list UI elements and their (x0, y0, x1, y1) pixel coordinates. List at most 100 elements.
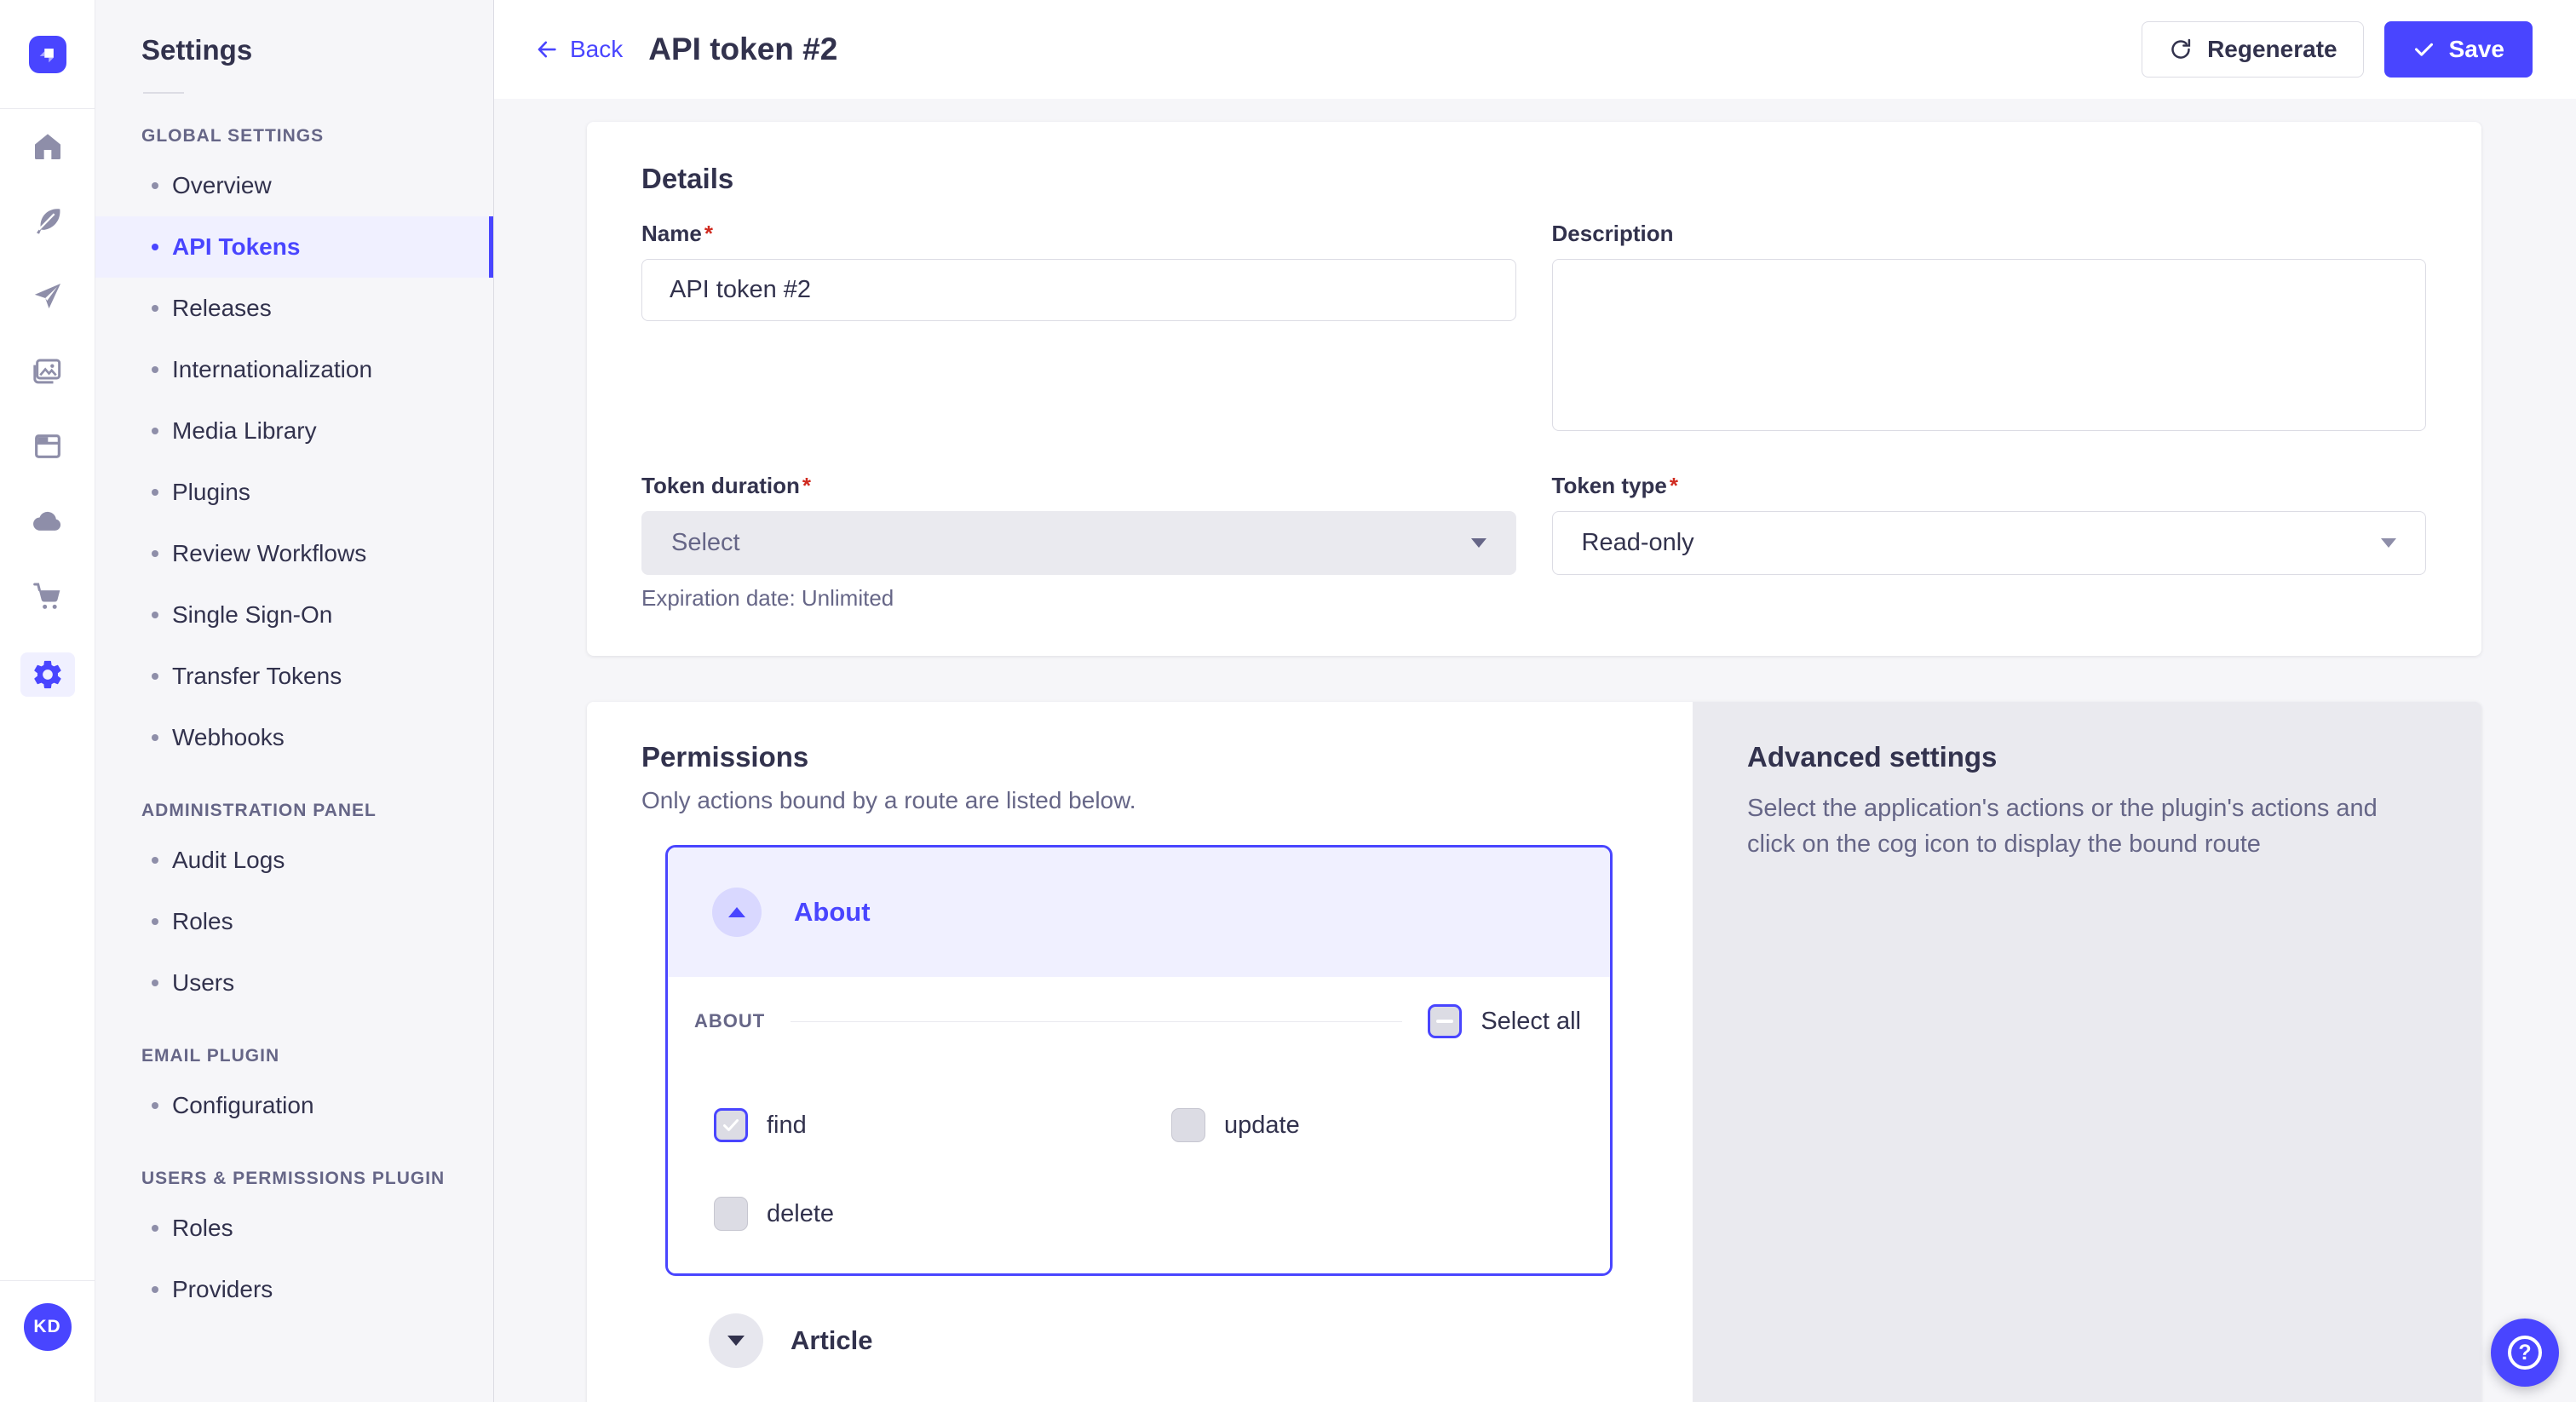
expiration-hint: Expiration date: Unlimited (641, 585, 1516, 612)
settings-gear-icon[interactable] (20, 652, 75, 697)
check-icon (721, 1115, 741, 1135)
token-duration-required-mark: * (802, 473, 811, 498)
cloud-icon[interactable] (29, 503, 66, 540)
sidebar-title-divider (143, 92, 184, 94)
sidebar-item-plugins[interactable]: Plugins (95, 462, 493, 523)
sidebar-item-admin-roles[interactable]: Roles (95, 891, 493, 952)
permission-action-update: update (1171, 1108, 1610, 1142)
permissions-actions-grid: find update delete (668, 1108, 1610, 1231)
advanced-settings-heading: Advanced settings (1747, 741, 2430, 773)
cart-icon[interactable] (29, 577, 66, 615)
accordion-article-header[interactable]: Article (665, 1313, 1638, 1368)
details-card: Details Name* Description Token dur (587, 122, 2481, 656)
section-label-users-permissions-plugin: USERS & PERMISSIONS PLUGIN (141, 1169, 493, 1189)
sidebar-item-webhooks[interactable]: Webhooks (95, 707, 493, 768)
sidebar-item-audit-logs[interactable]: Audit Logs (95, 830, 493, 891)
accordion-about-header[interactable]: About (668, 848, 1610, 977)
chevron-down-icon (2381, 538, 2396, 548)
paper-plane-icon[interactable] (29, 278, 66, 315)
token-type-select[interactable]: Read-only (1552, 511, 2427, 575)
advanced-settings-description: Select the application's actions or the … (1747, 790, 2420, 862)
feather-icon[interactable] (29, 203, 66, 240)
permissions-subtitle: Only actions bound by a route are listed… (641, 787, 1638, 814)
section-label-administration-panel: ADMINISTRATION PANEL (141, 801, 493, 821)
back-link[interactable]: Back (534, 36, 623, 63)
users-permissions-list: Roles Providers (95, 1198, 493, 1320)
chevron-up-icon (728, 907, 745, 917)
find-checkbox-label[interactable]: find (767, 1112, 807, 1140)
sidebar-item-up-roles[interactable]: Roles (95, 1198, 493, 1259)
accordion-article-title: Article (791, 1325, 872, 1356)
back-label: Back (570, 36, 623, 63)
select-all-label[interactable]: Select all (1481, 1008, 1581, 1036)
permission-action-find: find (714, 1108, 1171, 1142)
sidebar-item-up-providers[interactable]: Providers (95, 1259, 493, 1320)
name-input[interactable] (641, 259, 1516, 321)
collapse-toggle-button[interactable] (712, 888, 762, 937)
sidebar-item-internationalization[interactable]: Internationalization (95, 339, 493, 400)
token-type-value: Read-only (1582, 529, 1694, 557)
details-heading: Details (641, 163, 2426, 195)
help-icon: ? (2508, 1336, 2542, 1370)
token-type-required-mark: * (1670, 473, 1678, 498)
strapi-logo[interactable] (29, 36, 66, 73)
accordion-about-body: ABOUT Select all (668, 977, 1610, 1273)
delete-checkbox-label[interactable]: delete (767, 1200, 834, 1228)
sidebar-item-transfer-tokens[interactable]: Transfer Tokens (95, 646, 493, 707)
find-checkbox[interactable] (714, 1108, 748, 1142)
token-duration-field-group: Token duration* Select Expiration date: … (641, 473, 1516, 612)
sidebar-item-single-sign-on[interactable]: Single Sign-On (95, 584, 493, 646)
token-type-label-text: Token type (1552, 473, 1667, 498)
media-library-icon[interactable] (29, 353, 66, 390)
rail-nav (20, 128, 75, 697)
update-checkbox[interactable] (1171, 1108, 1205, 1142)
page-title: API token #2 (648, 32, 837, 67)
details-form-grid: Name* Description Token duration* Select (641, 221, 2426, 612)
permission-action-delete: delete (714, 1197, 1171, 1231)
description-label-text: Description (1552, 221, 1674, 246)
permissions-heading: Permissions (641, 741, 1638, 773)
expand-toggle-button[interactable] (709, 1313, 763, 1368)
sidebar-item-media-library[interactable]: Media Library (95, 400, 493, 462)
permissions-card: Permissions Only actions bound by a rout… (587, 702, 2481, 1402)
about-group-label: ABOUT (694, 1010, 765, 1032)
rail-bottom: KD (0, 1280, 95, 1402)
token-duration-value: Select (671, 529, 740, 557)
strapi-logo-icon (35, 42, 60, 67)
select-all-checkbox[interactable] (1428, 1004, 1462, 1038)
token-duration-label: Token duration* (641, 473, 1516, 499)
sidebar-item-admin-users[interactable]: Users (95, 952, 493, 1014)
regenerate-label: Regenerate (2207, 36, 2337, 63)
chevron-down-icon (727, 1336, 745, 1346)
sidebar-item-email-configuration[interactable]: Configuration (95, 1075, 493, 1136)
delete-checkbox[interactable] (714, 1197, 748, 1231)
token-duration-select[interactable]: Select (641, 511, 1516, 575)
page-content: Details Name* Description Token dur (494, 99, 2576, 1402)
question-mark-glyph: ? (2518, 1342, 2531, 1364)
name-label-text: Name (641, 221, 702, 246)
sidebar-item-releases[interactable]: Releases (95, 278, 493, 339)
layout-icon[interactable] (29, 428, 66, 465)
advanced-settings-panel: Advanced settings Select the application… (1693, 702, 2481, 1402)
sidebar-item-api-tokens[interactable]: API Tokens (95, 216, 493, 278)
logo-section (0, 0, 95, 109)
save-label: Save (2449, 36, 2504, 63)
main-area: Back API token #2 Regenerate Save Detail… (494, 0, 2576, 1402)
home-icon[interactable] (29, 128, 66, 165)
regenerate-button[interactable]: Regenerate (2142, 21, 2364, 78)
save-button[interactable]: Save (2384, 21, 2533, 78)
description-textarea[interactable] (1552, 259, 2427, 431)
user-avatar[interactable]: KD (24, 1303, 72, 1351)
sidebar-item-overview[interactable]: Overview (95, 155, 493, 216)
name-required-mark: * (704, 221, 713, 246)
help-button[interactable]: ? (2491, 1319, 2559, 1387)
sidebar-item-review-workflows[interactable]: Review Workflows (95, 523, 493, 584)
about-group-row: ABOUT Select all (668, 1004, 1610, 1038)
administration-panel-list: Audit Logs Roles Users (95, 830, 493, 1014)
indeterminate-dash-icon (1436, 1020, 1453, 1023)
permissions-panel: Permissions Only actions bound by a rout… (587, 702, 1693, 1402)
update-checkbox-label[interactable]: update (1224, 1112, 1300, 1140)
check-icon (2412, 38, 2435, 61)
section-label-email-plugin: EMAIL PLUGIN (141, 1046, 493, 1066)
token-type-label: Token type* (1552, 473, 2427, 499)
